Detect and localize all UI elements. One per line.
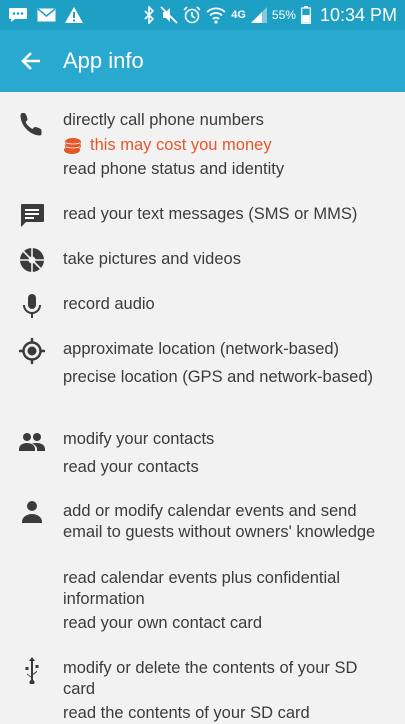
- status-bar: 4G 55% 10:34 PM: [0, 0, 405, 30]
- battery-percent: 55%: [271, 8, 296, 22]
- signal-icon: [250, 7, 267, 23]
- battery-icon: [301, 6, 311, 24]
- permission-line: read your text messages (SMS or MMS): [63, 205, 358, 223]
- back-arrow-icon: [21, 52, 40, 70]
- person-icon: [22, 501, 42, 523]
- mute-icon: [160, 6, 178, 24]
- usb-icon: [25, 657, 39, 684]
- camera-aperture-icon: [20, 248, 44, 272]
- clock-time: 10:34 PM: [319, 4, 397, 25]
- alarm-icon: [183, 6, 201, 24]
- chat-notification-icon: [9, 8, 27, 22]
- permission-line: read calendar events plus confidential i…: [63, 569, 341, 608]
- permission-line: modify or delete the contents of your SD…: [63, 659, 358, 698]
- notification-icons: [8, 0, 83, 30]
- network-type-label: 4G: [231, 9, 246, 21]
- location-icon: [19, 338, 45, 364]
- back-button[interactable]: [18, 48, 46, 74]
- phone-icon: [20, 113, 42, 136]
- microphone-icon: [23, 294, 41, 318]
- app-bar: App info: [0, 30, 405, 92]
- permission-line: read your own contact card: [63, 614, 263, 632]
- page-title: App info: [63, 48, 144, 73]
- permission-line: record audio: [63, 295, 155, 313]
- permission-line: read your contacts: [63, 458, 199, 476]
- message-icon: [21, 204, 44, 227]
- system-status-icons: 4G 55% 10:34 PM: [143, 0, 397, 30]
- wifi-icon: [206, 7, 226, 24]
- permission-line: modify your contacts: [63, 430, 215, 448]
- email-notification-icon: [37, 8, 56, 22]
- cost-warning-text: this may cost you money: [90, 136, 272, 154]
- permission-line: approximate location (network-based): [63, 340, 340, 358]
- permission-line: precise location (GPS and network-based): [63, 368, 373, 386]
- permission-line: take pictures and videos: [63, 250, 241, 268]
- coins-warning-icon: [64, 138, 81, 154]
- warning-notification-icon: [65, 7, 83, 23]
- permission-line: add or modify calendar events and send e…: [63, 502, 376, 541]
- bluetooth-icon: [144, 6, 155, 24]
- permission-line: read phone status and identity: [63, 160, 285, 178]
- contacts-icon: [19, 433, 45, 451]
- permission-line: read the contents of your SD card: [63, 704, 310, 722]
- permission-line: directly call phone numbers: [63, 111, 264, 129]
